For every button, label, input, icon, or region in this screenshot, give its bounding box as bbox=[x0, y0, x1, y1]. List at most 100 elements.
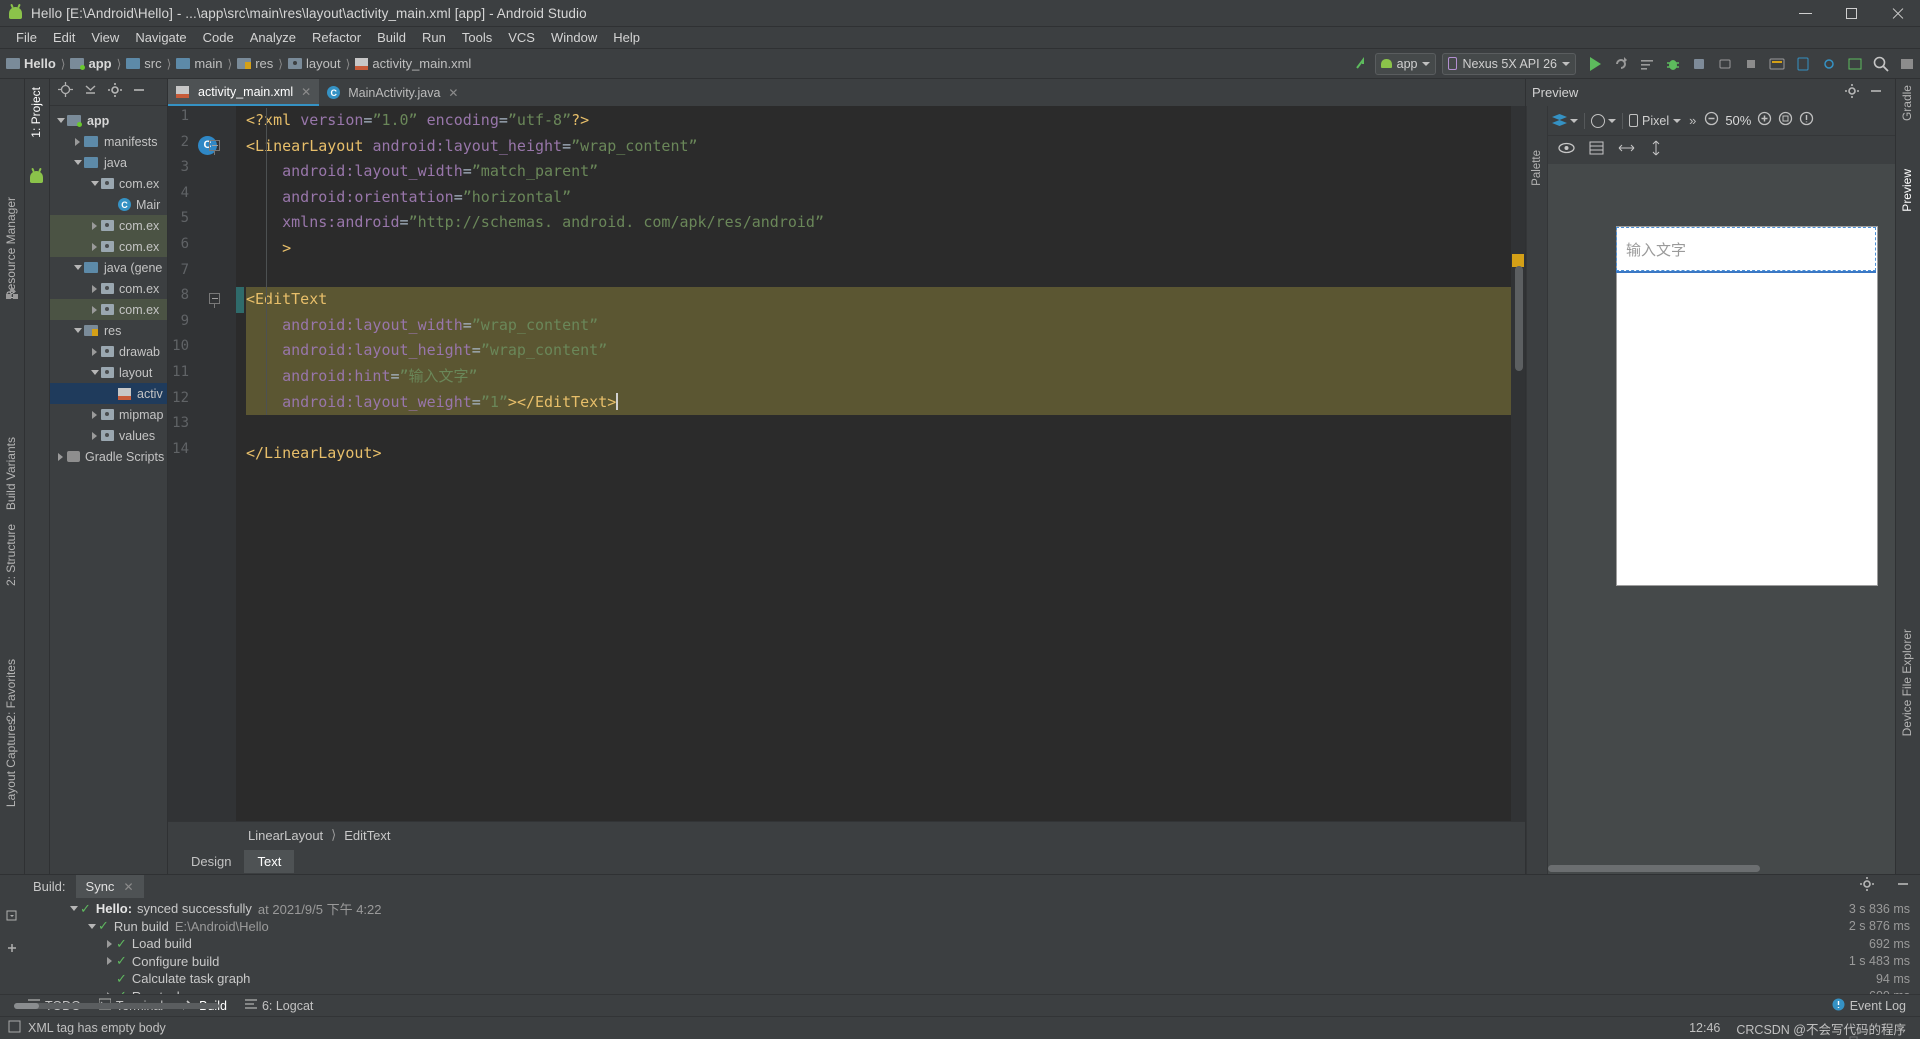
hide-panel-icon[interactable] bbox=[132, 83, 146, 102]
tree-item-mair[interactable]: C Mair bbox=[50, 194, 167, 215]
tree-item-com-ex[interactable]: com.ex bbox=[50, 278, 167, 299]
chevron-down-icon[interactable] bbox=[54, 118, 67, 123]
tree-item-activ[interactable]: activ bbox=[50, 383, 167, 404]
settings-icon[interactable] bbox=[1894, 52, 1920, 76]
code-line[interactable]: android:layout_width=”match_parent” bbox=[246, 159, 1511, 185]
apply-code-changes-icon[interactable] bbox=[1634, 52, 1660, 76]
build-row[interactable]: ✓ Run build E:\Android\Hello 2 s 876 ms bbox=[25, 918, 1920, 936]
preview-canvas[interactable]: 输入文字 bbox=[1548, 164, 1895, 874]
chevron-down-icon[interactable] bbox=[71, 265, 84, 270]
code-line[interactable] bbox=[246, 415, 1511, 441]
sdk-tools-icon[interactable] bbox=[1816, 52, 1842, 76]
gear-icon[interactable] bbox=[1845, 84, 1859, 101]
blueprint-icon[interactable] bbox=[1589, 141, 1604, 160]
editor-tab-activity-main-xml[interactable]: activity_main.xml ✕ bbox=[168, 79, 320, 106]
build-row[interactable]: ✓ Configure build 1 s 483 ms bbox=[25, 953, 1920, 971]
overflow-icon[interactable]: » bbox=[1689, 113, 1696, 128]
tool-button-build-variants[interactable]: Build Variants bbox=[4, 437, 18, 510]
build-row[interactable]: ✓ Hello: synced successfully at 2021/9/5 下午… bbox=[25, 900, 1920, 918]
zoom-out-button[interactable] bbox=[1704, 111, 1719, 131]
code-line[interactable]: android:orientation=”horizontal” bbox=[246, 185, 1511, 211]
tool-button-favorites[interactable]: 2: Favorites bbox=[4, 659, 18, 722]
chevron-right-icon[interactable] bbox=[88, 242, 101, 251]
code-line[interactable]: <?xml version=”1.0” encoding=”utf-8”?> bbox=[246, 108, 1511, 134]
code-line[interactable]: xmlns:android=”http://schemas. android. … bbox=[246, 210, 1511, 236]
menu-refactor[interactable]: Refactor bbox=[304, 28, 369, 47]
issues-icon[interactable] bbox=[1799, 111, 1814, 131]
chevron-down-icon[interactable] bbox=[71, 328, 84, 333]
tool-button-layout-captures[interactable]: Layout Captures bbox=[4, 719, 18, 807]
tab-text[interactable]: Text bbox=[244, 849, 295, 873]
editor-tab-mainactivity-java[interactable]: C MainActivity.java ✕ bbox=[319, 79, 466, 106]
editor-scrollbar[interactable] bbox=[1515, 266, 1523, 371]
run-configuration-selector[interactable]: app bbox=[1374, 52, 1437, 75]
chevron-down-icon[interactable] bbox=[67, 906, 80, 912]
close-button[interactable] bbox=[1874, 0, 1920, 27]
hide-panel-icon[interactable] bbox=[1896, 877, 1910, 896]
breadcrumb-layout[interactable]: layout bbox=[287, 56, 341, 71]
debug-button[interactable] bbox=[1660, 52, 1686, 76]
locate-file-icon[interactable] bbox=[58, 82, 73, 102]
chevron-right-icon[interactable] bbox=[88, 305, 101, 314]
tool-button-logcat[interactable]: 6: Logcat bbox=[244, 998, 313, 1013]
tool-button-palette[interactable]: Palette bbox=[1531, 150, 1543, 186]
code-line[interactable]: android:layout_weight=”1”></EditText> bbox=[246, 389, 1511, 416]
chevron-right-icon[interactable] bbox=[71, 137, 84, 146]
zoom-in-button[interactable] bbox=[1757, 111, 1772, 131]
tree-item-mipmap[interactable]: mipmap bbox=[50, 404, 167, 425]
avd-manager-icon[interactable] bbox=[1790, 52, 1816, 76]
close-icon[interactable]: ✕ bbox=[123, 880, 133, 894]
chevron-right-icon[interactable] bbox=[103, 957, 116, 966]
menu-help[interactable]: Help bbox=[605, 28, 648, 47]
code-fold-toggle[interactable] bbox=[209, 293, 220, 305]
apply-changes-icon[interactable] bbox=[1608, 52, 1634, 76]
device-selector[interactable]: Nexus 5X API 26 bbox=[1442, 52, 1576, 75]
chevron-down-icon[interactable] bbox=[88, 181, 101, 186]
tree-item-java--gene[interactable]: java (gene bbox=[50, 257, 167, 278]
breadcrumb-edittext[interactable]: EditText bbox=[344, 828, 390, 843]
editor-gutter[interactable]: 1 2 3 4 5 6 7 8 9 10 11 12 13 14 C bbox=[168, 106, 236, 821]
menu-window[interactable]: Window bbox=[543, 28, 605, 47]
build-tab-sync[interactable]: Sync ✕ bbox=[75, 875, 144, 898]
chevron-down-icon[interactable] bbox=[85, 923, 98, 929]
menu-view[interactable]: View bbox=[83, 28, 127, 47]
chevron-right-icon[interactable] bbox=[88, 347, 101, 356]
menu-run[interactable]: Run bbox=[414, 28, 454, 47]
menu-vcs[interactable]: VCS bbox=[500, 28, 543, 47]
tree-item-drawab[interactable]: drawab bbox=[50, 341, 167, 362]
design-mode-selector[interactable] bbox=[1552, 114, 1578, 127]
tool-button-device-file-explorer[interactable]: Device File Explorer bbox=[1900, 629, 1914, 736]
run-button[interactable] bbox=[1582, 52, 1608, 76]
sync-project-icon[interactable] bbox=[1349, 52, 1375, 76]
menu-edit[interactable]: Edit bbox=[45, 28, 83, 47]
menu-code[interactable]: Code bbox=[195, 28, 242, 47]
menu-build[interactable]: Build bbox=[369, 28, 414, 47]
breadcrumb-res[interactable]: res bbox=[237, 56, 273, 71]
gear-icon[interactable] bbox=[108, 82, 122, 102]
breadcrumb-linearlayout[interactable]: LinearLayout bbox=[248, 828, 323, 843]
attach-debugger-icon[interactable] bbox=[1712, 52, 1738, 76]
hide-panel-icon[interactable] bbox=[1869, 84, 1883, 101]
menu-analyze[interactable]: Analyze bbox=[242, 28, 304, 47]
tree-item-gradle-scripts[interactable]: Gradle Scripts bbox=[50, 446, 167, 467]
tool-button-structure[interactable]: 2: Structure bbox=[4, 524, 18, 586]
layout-inspector-icon[interactable] bbox=[1842, 52, 1868, 76]
menu-file[interactable]: File bbox=[8, 28, 45, 47]
editor-text[interactable]: <?xml version=”1.0” encoding=”utf-8”?> <L… bbox=[236, 106, 1511, 821]
build-row[interactable]: ✓ Calculate task graph 94 ms bbox=[25, 970, 1920, 988]
breadcrumb-activity-main-xml[interactable]: activity_main.xml bbox=[355, 56, 471, 71]
profiler-icon[interactable] bbox=[1686, 52, 1712, 76]
orientation-selector[interactable] bbox=[1591, 113, 1616, 128]
sdk-manager-icon[interactable] bbox=[1764, 52, 1790, 76]
tree-item-com-ex[interactable]: com.ex bbox=[50, 215, 167, 236]
code-line[interactable]: android:hint=”输入文字” bbox=[246, 364, 1511, 390]
chevron-down-icon[interactable] bbox=[71, 160, 84, 165]
chevron-right-icon[interactable] bbox=[88, 221, 101, 230]
project-tree[interactable]: app manifests java com.ex C Mair com.ex com.ex j… bbox=[50, 106, 167, 874]
chevron-right-icon[interactable] bbox=[88, 284, 101, 293]
zoom-fit-button[interactable] bbox=[1778, 111, 1793, 131]
gear-icon[interactable] bbox=[1860, 877, 1874, 896]
close-icon[interactable]: ✕ bbox=[301, 85, 311, 99]
code-fold-toggle[interactable] bbox=[209, 139, 220, 151]
tree-item-res[interactable]: res bbox=[50, 320, 167, 341]
